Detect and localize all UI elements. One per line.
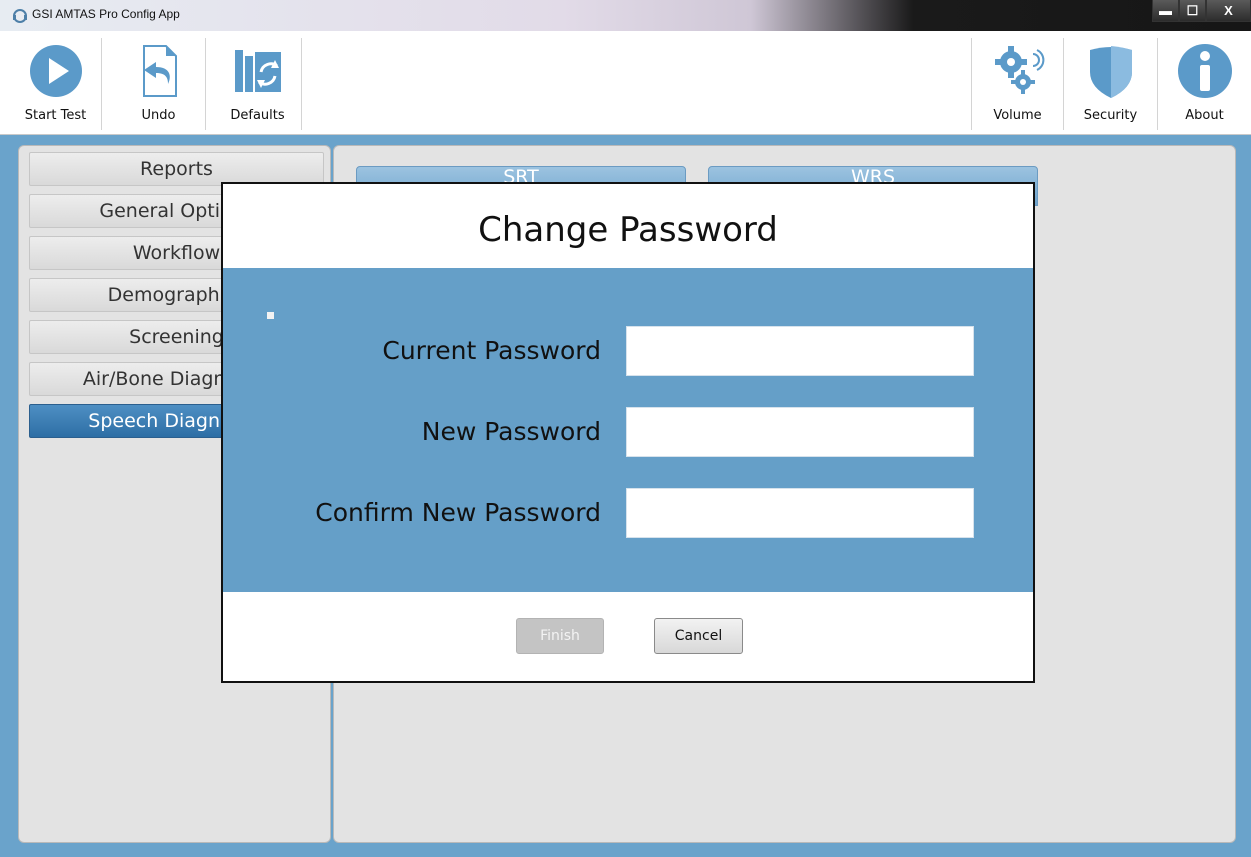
window-title: GSI AMTAS Pro Config App [32, 7, 180, 21]
cancel-button[interactable]: Cancel [654, 618, 743, 654]
toolbar: Start Test Undo Defaults Volume Security… [0, 31, 1251, 135]
security-label: Security [1083, 108, 1138, 123]
title-bar: GSI AMTAS Pro Config App ▬ ☐ X [0, 0, 1251, 31]
small-square-marker [267, 312, 274, 319]
volume-label: Volume [993, 108, 1042, 123]
close-button[interactable]: X [1206, 0, 1251, 22]
confirm-new-password-input[interactable] [626, 488, 974, 538]
window-controls: ▬ ☐ X [1152, 0, 1251, 22]
undo-label: Undo [141, 108, 176, 123]
current-password-label: Current Password [382, 336, 601, 365]
new-password-label: New Password [421, 417, 601, 446]
defaults-button[interactable]: Defaults [214, 38, 302, 130]
play-icon [29, 45, 82, 97]
volume-button[interactable]: Volume [971, 38, 1063, 130]
current-password-input[interactable] [626, 326, 974, 376]
app-headset-icon [13, 9, 27, 23]
gears-volume-icon [994, 46, 1044, 94]
minimize-button[interactable]: ▬ [1152, 0, 1179, 22]
undo-button[interactable]: Undo [112, 38, 206, 130]
maximize-button[interactable]: ☐ [1179, 0, 1206, 22]
confirm-new-password-label: Confirm New Password [315, 498, 601, 527]
security-button[interactable]: Security [1063, 38, 1157, 130]
password-fields-area: Current Password New Password Confirm Ne… [223, 268, 1033, 592]
shield-icon [1089, 46, 1132, 98]
about-label: About [1185, 108, 1224, 123]
about-button[interactable]: About [1157, 38, 1251, 130]
undo-icon [142, 45, 177, 97]
dialog-title: Change Password [478, 210, 778, 250]
start-test-button[interactable]: Start Test [10, 38, 102, 130]
start-test-label: Start Test [24, 108, 87, 123]
info-icon [1177, 44, 1232, 98]
new-password-input[interactable] [626, 407, 974, 457]
finish-button[interactable]: Finish [516, 618, 604, 654]
change-password-dialog: Change Password Current Password New Pas… [221, 182, 1035, 683]
nav-item-reports[interactable]: Reports [29, 152, 324, 186]
defaults-icon [234, 50, 281, 92]
defaults-label: Defaults [230, 108, 285, 123]
